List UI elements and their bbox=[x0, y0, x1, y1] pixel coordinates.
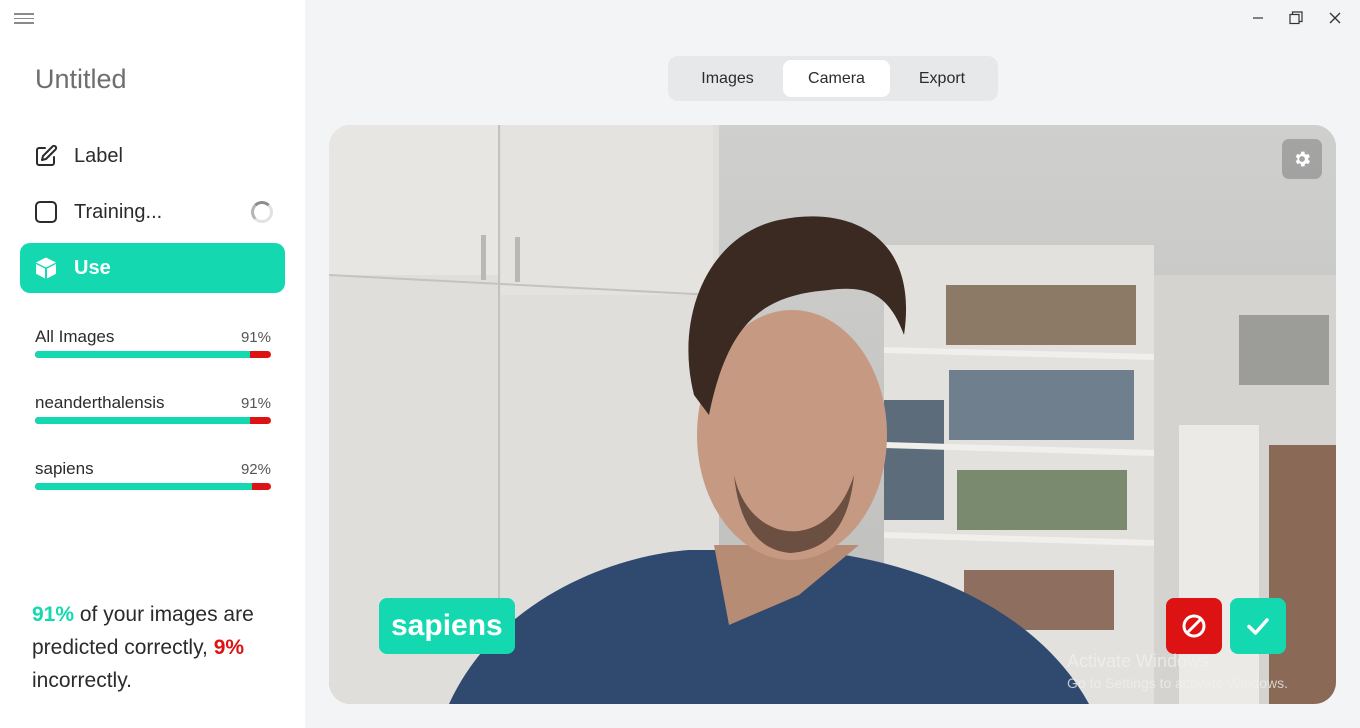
accuracy-bar-fill bbox=[35, 351, 250, 358]
checkbox-icon bbox=[34, 200, 58, 224]
gear-icon bbox=[1295, 151, 1310, 167]
cube-icon bbox=[34, 256, 58, 280]
minimize-icon[interactable] bbox=[1248, 8, 1268, 28]
tab-images[interactable]: Images bbox=[672, 60, 783, 97]
accuracy-bar-fill bbox=[35, 483, 253, 490]
class-accuracy-all-images: All Images 91% bbox=[35, 327, 271, 358]
class-percent: 92% bbox=[240, 461, 271, 478]
class-percent: 91% bbox=[240, 395, 271, 412]
mark-correct-button[interactable] bbox=[1230, 598, 1286, 654]
accuracy-bar bbox=[35, 483, 271, 490]
nav-item-use[interactable]: Use bbox=[20, 243, 285, 293]
correct-percent: 91% bbox=[32, 603, 75, 626]
mark-incorrect-button[interactable] bbox=[1166, 598, 1222, 654]
camera-settings-button[interactable] bbox=[1282, 139, 1322, 179]
class-accuracy-neanderthalensis: neanderthalensis 91% bbox=[35, 393, 271, 424]
incorrect-percent: 9% bbox=[213, 636, 245, 659]
check-icon bbox=[1247, 618, 1269, 635]
loading-spinner-icon bbox=[251, 201, 273, 223]
nav-training-label: Training... bbox=[74, 200, 163, 223]
class-percent: 91% bbox=[240, 329, 271, 346]
tab-export[interactable]: Export bbox=[890, 60, 994, 97]
view-tabs: Images Camera Export bbox=[668, 56, 998, 101]
sidebar: Untitled Label Training... Use All Image… bbox=[0, 0, 305, 728]
accuracy-bar-fill bbox=[35, 417, 250, 424]
accuracy-bar bbox=[35, 417, 271, 424]
camera-feed: sapiens Activate Windows Go to Settings … bbox=[329, 125, 1336, 704]
hamburger-menu-icon[interactable] bbox=[14, 10, 34, 26]
project-title[interactable]: Untitled bbox=[35, 64, 127, 95]
ban-icon bbox=[1182, 614, 1206, 638]
incorrect-text: incorrectly. bbox=[32, 669, 132, 692]
nav-item-training[interactable]: Training... bbox=[20, 187, 285, 237]
restore-icon[interactable] bbox=[1286, 8, 1306, 28]
class-name: All Images bbox=[35, 327, 115, 346]
nav-label-label: Label bbox=[74, 144, 123, 167]
tab-camera[interactable]: Camera bbox=[783, 60, 890, 97]
class-name: sapiens bbox=[35, 459, 94, 478]
watermark-subtitle: Go to Settings to activate Windows. bbox=[1067, 675, 1288, 691]
watermark-title: Activate Windows bbox=[1067, 651, 1210, 671]
class-name: neanderthalensis bbox=[35, 393, 165, 412]
nav-item-label[interactable]: Label bbox=[20, 131, 285, 181]
accuracy-summary: 91% of your images are predicted correct… bbox=[32, 598, 292, 697]
edit-icon bbox=[34, 144, 58, 168]
class-accuracy-sapiens: sapiens 92% bbox=[35, 459, 271, 490]
nav-use-label: Use bbox=[74, 256, 111, 279]
windows-activation-watermark: Activate Windows Go to Settings to activ… bbox=[1067, 651, 1288, 691]
close-icon[interactable] bbox=[1325, 8, 1345, 28]
prediction-label: sapiens bbox=[379, 598, 515, 654]
accuracy-bar bbox=[35, 351, 271, 358]
